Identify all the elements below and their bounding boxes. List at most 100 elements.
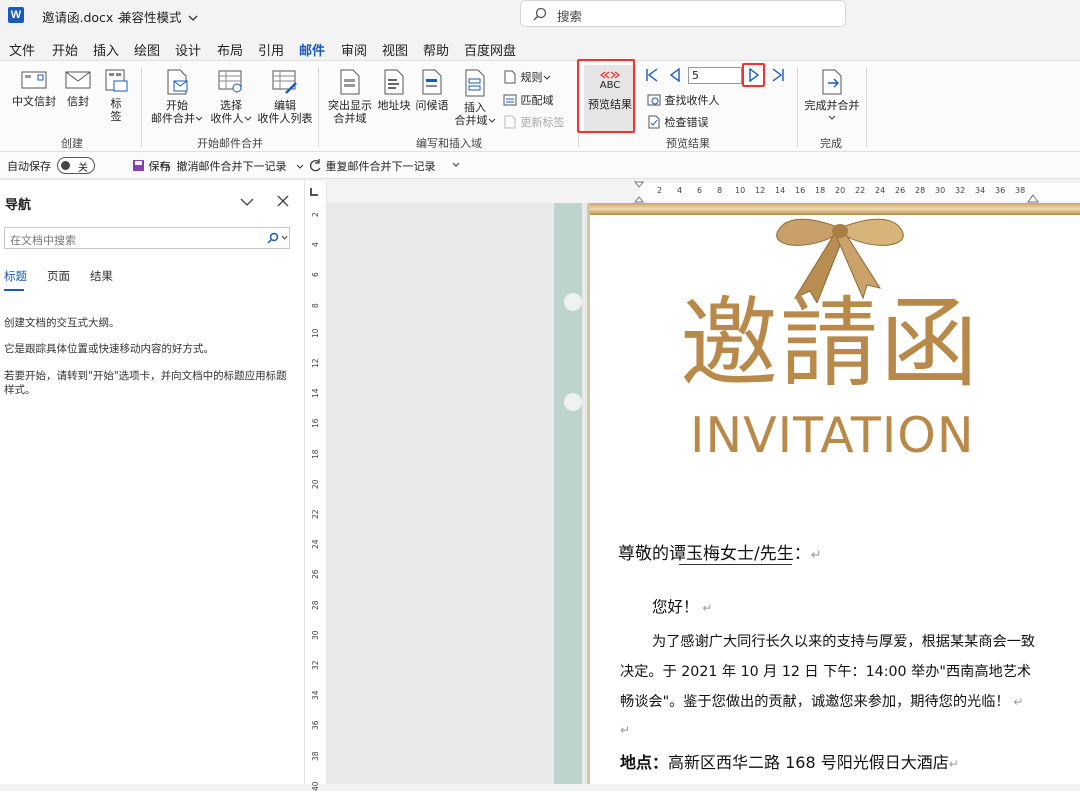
select-recipients-button[interactable]: 选择 收件人 (208, 69, 254, 125)
finish-merge-button[interactable]: 完成并合并 (804, 69, 860, 121)
match-fields-label: 匹配域 (520, 94, 554, 107)
address-block-label: 地址块 (377, 99, 411, 112)
match-fields-icon (503, 94, 517, 106)
find-recipient-label: 查找收件人 (664, 94, 720, 107)
customize-qat-icon[interactable] (452, 161, 460, 169)
title-bar: W 邀请函.docx - 兼容性模式 搜索 (0, 0, 1080, 32)
nav-search-input[interactable]: 在文档中搜索 (4, 227, 290, 249)
tab-view[interactable]: 视图 (382, 40, 408, 59)
ruler-tick-label: 24 (875, 186, 886, 195)
compat-mode-dropdown[interactable]: 兼容性模式 (119, 7, 198, 26)
close-icon[interactable] (277, 195, 289, 207)
find-recipient-button[interactable]: 查找收件人 (647, 92, 720, 108)
labels-button[interactable]: 标签 (102, 69, 130, 123)
tab-references[interactable]: 引用 (258, 40, 284, 59)
chevron-down-icon (244, 116, 251, 121)
rules-icon (504, 70, 516, 84)
ruler-tick-label: 8 (311, 302, 320, 308)
search-box[interactable]: 搜索 (520, 0, 846, 27)
tab-baidu-netdisk[interactable]: 百度网盘 (464, 40, 516, 59)
tab-layout[interactable]: 布局 (217, 40, 243, 59)
rules-button[interactable]: 规则 (503, 69, 551, 85)
navigation-pane: 导航 在文档中搜索 标题 页面 结果 创建文档的交互式大纲。 它是跟踪具体位置或… (0, 181, 305, 784)
match-fields-button[interactable]: 匹配域 (503, 92, 554, 108)
nav-title: 导航 (5, 198, 32, 213)
chevron-down-icon (195, 116, 203, 121)
start-merge-label: 开始 邮件合并 (151, 99, 195, 125)
tab-review[interactable]: 审阅 (341, 40, 367, 59)
chevron-down-icon (828, 115, 836, 120)
nav-help-text-3: 若要开始，请转到"开始"选项卡，并向文档中的标题应用标题样式。 (4, 370, 287, 396)
right-indent-marker-icon[interactable] (1027, 194, 1039, 203)
word-logo-icon: W (8, 7, 24, 23)
highlight-merge-fields-button[interactable]: 突出显示 合并域 (326, 69, 374, 125)
redo-icon (310, 159, 321, 172)
chevron-down-icon[interactable] (240, 197, 254, 207)
ruler-tick-label: 40 (311, 781, 320, 791)
greeting-line-label: 问候语 (415, 99, 449, 112)
compat-mode-text: 兼容性模式 (119, 10, 182, 25)
check-errors-label: 检查错误 (664, 116, 709, 129)
envelope-button[interactable]: 信封 (62, 69, 94, 108)
tab-insert[interactable]: 插入 (93, 40, 119, 59)
ruler-tick-label: 4 (677, 186, 683, 195)
address-block-button[interactable]: 地址块 (376, 69, 412, 112)
address-block-icon (384, 69, 404, 95)
invitation-title-en: INVITATION (690, 407, 975, 464)
indent-marker-icon[interactable] (634, 181, 644, 203)
group-preview-label: 预览结果 (666, 137, 710, 150)
ruler-tick-label: 4 (311, 242, 320, 248)
ruler-tick-label: 28 (915, 186, 926, 195)
ruler-tick-label: 36 (311, 720, 320, 731)
autosave-label: 自动保存 (7, 160, 51, 173)
ruler-tick-label: 14 (775, 186, 786, 195)
tab-selector-icon[interactable] (310, 188, 318, 196)
tab-home[interactable]: 开始 (52, 40, 78, 59)
ruler-tick-label: 36 (995, 186, 1006, 195)
paragraph-mark-icon: ↵ (1009, 695, 1024, 709)
ruler-tick-label: 2 (657, 186, 663, 195)
start-mail-merge-button[interactable]: 开始 邮件合并 (148, 69, 206, 125)
ruler-tick-label: 10 (311, 328, 320, 338)
autosave-toggle[interactable]: 关 (57, 157, 95, 174)
divider (141, 67, 142, 147)
edit-recipient-list-icon (272, 70, 297, 94)
tab-file[interactable]: 文件 (9, 40, 35, 59)
greeting-line-button[interactable]: 问候语 (414, 69, 450, 112)
highlight-fields-icon (340, 69, 360, 95)
tab-help[interactable]: 帮助 (423, 40, 449, 59)
redo-button[interactable]: 重复邮件合并下一记录 (308, 158, 436, 174)
ruler-tick-label: 6 (311, 272, 320, 278)
check-errors-icon (648, 115, 660, 129)
undo-button[interactable]: 撤消邮件合并下一记录 (160, 158, 304, 174)
salutation: 尊敬的谭玉梅女士/先生：↵ (618, 539, 822, 564)
previous-record-icon[interactable] (668, 68, 682, 82)
update-labels-button[interactable]: 更新标签 (503, 114, 565, 130)
tab-design[interactable]: 设计 (175, 40, 201, 59)
document-canvas: 邀請函 INVITATION 尊敬的谭玉梅女士/先生：↵ 您好！ ↵ 为了感谢广… (327, 203, 1080, 784)
ruler-tick-label: 8 (717, 186, 723, 195)
tab-draw[interactable]: 绘图 (134, 40, 160, 59)
record-number-input[interactable]: 5 (688, 67, 742, 84)
envelope-icon (65, 71, 91, 89)
toggle-state-text: 关 (78, 163, 88, 174)
chinese-envelope-icon (21, 71, 47, 89)
first-record-icon[interactable] (645, 68, 659, 82)
ruler-tick-label: 38 (311, 751, 320, 761)
horizontal-ruler: 2 4 6 8 10 12 14 16 18 20 22 24 26 28 30 32 34 36 38 (327, 181, 1080, 203)
labels-icon (105, 69, 128, 92)
chevron-down-icon (543, 75, 550, 80)
last-record-icon[interactable] (771, 68, 785, 82)
chinese-envelope-button[interactable]: 中文信封 (10, 69, 58, 108)
select-recipients-icon (218, 70, 242, 93)
ruler-tick-label: 2 (311, 212, 320, 217)
check-errors-button[interactable]: 检查错误 (647, 114, 709, 130)
ruler-tick-label: 34 (975, 186, 986, 195)
divider (318, 67, 319, 147)
nav-tab-pages[interactable]: 页面 (47, 268, 70, 284)
tab-mailings[interactable]: 邮件 (299, 40, 326, 64)
insert-merge-field-button[interactable]: 插入 合并域 (452, 69, 498, 127)
nav-tab-headings[interactable]: 标题 (4, 268, 27, 291)
edit-recipient-list-button[interactable]: 编辑 收件人列表 (256, 69, 314, 125)
nav-tab-results[interactable]: 结果 (90, 268, 113, 284)
